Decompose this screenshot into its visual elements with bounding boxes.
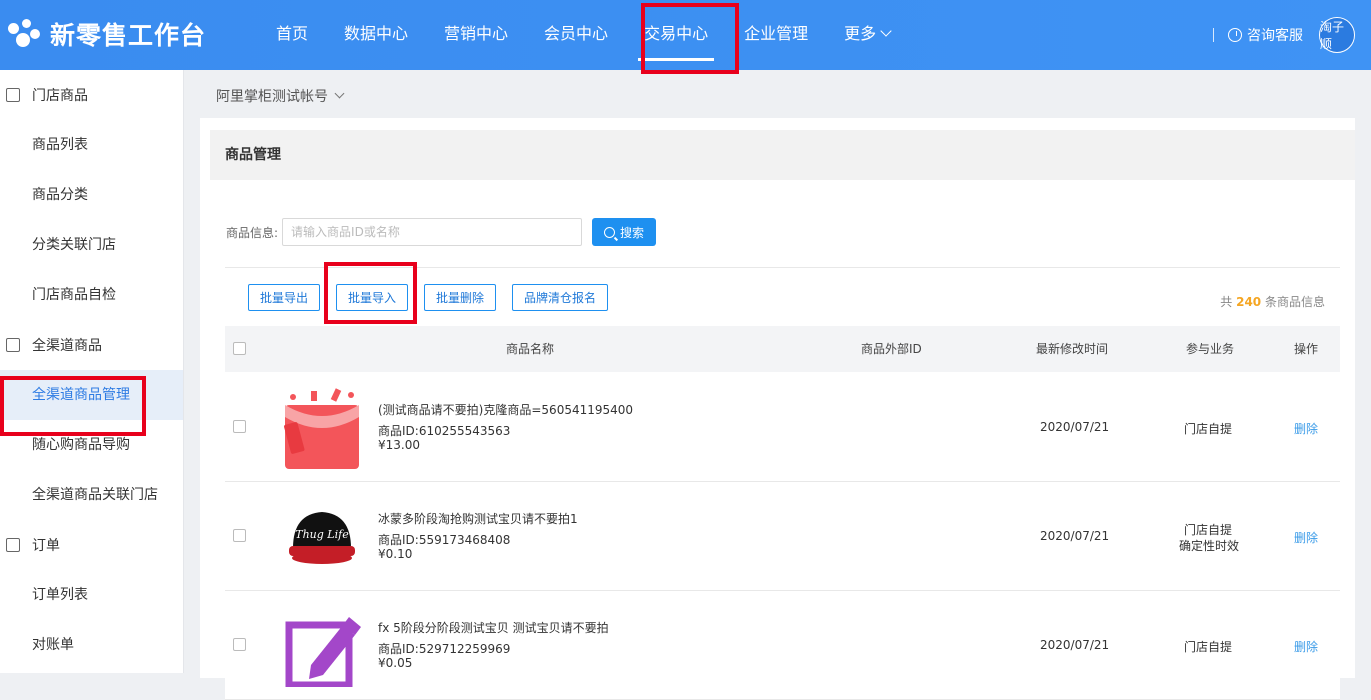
search-label: 商品信息: bbox=[226, 225, 279, 240]
sidebar-group-store-goods: 门店商品 bbox=[0, 70, 183, 120]
product-image-pencil bbox=[285, 617, 361, 687]
col-business: 参与业务 bbox=[1186, 342, 1235, 356]
batch-export-button[interactable]: 批量导出 bbox=[248, 284, 321, 311]
search-input[interactable] bbox=[282, 218, 583, 246]
delete-link[interactable]: 删除 bbox=[1294, 420, 1318, 437]
divider bbox=[1213, 28, 1214, 42]
sidebar-item-order-list[interactable]: 订单列表 bbox=[0, 570, 183, 620]
nav-trade-center[interactable]: 交易中心 bbox=[628, 0, 724, 70]
sidebar-item-self-check[interactable]: 门店商品自检 bbox=[0, 270, 183, 320]
row-checkbox[interactable] bbox=[233, 420, 246, 433]
sidebar-item-category-store[interactable]: 分类关联门店 bbox=[0, 220, 183, 270]
user-avatar[interactable]: 淘子顺 bbox=[1319, 17, 1355, 53]
total-suffix: 条商品信息 bbox=[1264, 295, 1325, 309]
chevron-down-icon bbox=[880, 25, 892, 37]
goods-management-panel: 商品管理 商品信息: 搜索 批量导出 批量导入 批量删除 品牌清仓报名 共 24… bbox=[200, 118, 1355, 700]
delete-link[interactable]: 删除 bbox=[1294, 529, 1318, 546]
select-all-checkbox[interactable] bbox=[233, 342, 246, 355]
consult-label: 咨询客服 bbox=[1247, 28, 1303, 44]
store-icon bbox=[6, 88, 20, 102]
table-row: (测试商品请不要拍)克隆商品=560541195400 商品ID:6102555… bbox=[225, 373, 1340, 482]
brand-clearance-button[interactable]: 品牌清仓报名 bbox=[512, 284, 609, 311]
batch-import-button[interactable]: 批量导入 bbox=[336, 284, 409, 311]
product-price: ¥0.05 bbox=[378, 656, 413, 670]
product-id: 商品ID:529712259969 bbox=[378, 642, 511, 656]
nav-more[interactable]: 更多 bbox=[828, 0, 906, 70]
search-button-label: 搜索 bbox=[620, 225, 645, 240]
row-checkbox[interactable] bbox=[233, 529, 246, 542]
product-id: 商品ID:610255543563 bbox=[378, 424, 511, 438]
logo-icon bbox=[8, 19, 42, 49]
business-type: 门店自提 bbox=[1184, 422, 1233, 436]
product-image-cap: Thug Life bbox=[289, 512, 355, 564]
nav-member-center[interactable]: 会员中心 bbox=[528, 0, 624, 70]
divider bbox=[225, 267, 1340, 268]
total-count: 240 bbox=[1236, 295, 1262, 309]
business-type: 门店自提 bbox=[1184, 523, 1233, 537]
nav-more-label: 更多 bbox=[844, 24, 877, 43]
main-nav: 首页 数据中心 营销中心 会员中心 交易中心 企业管理 更多 bbox=[260, 0, 910, 70]
table-header: 商品名称 商品外部ID 最新修改时间 参与业务 操作 bbox=[225, 326, 1340, 372]
batch-delete-button[interactable]: 批量删除 bbox=[424, 284, 497, 311]
business-type: 门店自提 bbox=[1184, 640, 1233, 654]
sidebar-item-goods-list[interactable]: 商品列表 bbox=[0, 120, 183, 170]
order-icon bbox=[6, 538, 20, 552]
nav-home[interactable]: 首页 bbox=[260, 0, 324, 70]
modified-time: 2020/07/21 bbox=[1040, 529, 1110, 543]
total-count-text: 共 240 条商品信息 bbox=[1220, 293, 1325, 310]
action-toolbar: 批量导出 批量导入 批量删除 品牌清仓报名 bbox=[248, 284, 624, 311]
nav-data-center[interactable]: 数据中心 bbox=[328, 0, 424, 70]
top-right-tools: 咨询客服 淘子顺 bbox=[1213, 0, 1355, 70]
cap-logo-text: Thug Life bbox=[295, 528, 349, 541]
modified-time: 2020/07/21 bbox=[1040, 638, 1110, 652]
col-operation: 操作 bbox=[1294, 342, 1319, 356]
search-row: 商品信息: 搜索 bbox=[226, 218, 657, 246]
consult-service-link[interactable]: 咨询客服 bbox=[1228, 25, 1303, 45]
sidebar-item-guide[interactable]: 随心购商品导购 bbox=[0, 420, 183, 470]
table-row: Thug Life 冰蒙多阶段淘抢购测试宝贝请不要拍1 商品ID:5591734… bbox=[225, 482, 1340, 591]
search-button[interactable]: 搜索 bbox=[592, 218, 657, 246]
product-id: 商品ID:559173468408 bbox=[378, 533, 511, 547]
col-goods-name: 商品名称 bbox=[506, 342, 555, 356]
sidebar-group-orders: 订单 bbox=[0, 520, 183, 570]
sidebar-group-omni-goods: 全渠道商品 bbox=[0, 320, 183, 370]
nav-marketing-center[interactable]: 营销中心 bbox=[428, 0, 524, 70]
product-price: ¥0.10 bbox=[378, 547, 413, 561]
account-name: 阿里掌柜测试帐号 bbox=[216, 89, 328, 105]
search-icon bbox=[604, 226, 616, 238]
sidebar-item-goods-category[interactable]: 商品分类 bbox=[0, 170, 183, 220]
col-modified-time: 最新修改时间 bbox=[1036, 342, 1109, 356]
business-type-2: 确定性时效 bbox=[1179, 539, 1240, 553]
modified-time: 2020/07/21 bbox=[1040, 420, 1110, 434]
sidebar-item-omni-goods-manage[interactable]: 全渠道商品管理 bbox=[0, 370, 183, 420]
sidebar-group-label: 门店商品 bbox=[32, 88, 88, 104]
table-row: fx 5阶段分阶段测试宝贝 测试宝贝请不要拍 商品ID:529712259969… bbox=[225, 591, 1340, 700]
sidebar-item-statement[interactable]: 对账单 bbox=[0, 620, 183, 670]
delete-link[interactable]: 删除 bbox=[1294, 638, 1318, 655]
col-external-id: 商品外部ID bbox=[861, 342, 922, 356]
top-navbar: 新零售工作台 首页 数据中心 营销中心 会员中心 交易中心 企业管理 更多 咨询… bbox=[0, 0, 1371, 70]
product-image-red-bag bbox=[284, 388, 359, 469]
panel-title: 商品管理 bbox=[210, 130, 1355, 180]
brand-logo[interactable]: 新零售工作台 bbox=[8, 16, 206, 52]
product-name: (测试商品请不要拍)克隆商品=560541195400 bbox=[378, 403, 634, 417]
product-name: 冰蒙多阶段淘抢购测试宝贝请不要拍1 bbox=[378, 512, 578, 526]
sidebar-group-label: 全渠道商品 bbox=[32, 338, 102, 354]
chevron-down-icon bbox=[334, 88, 345, 98]
product-price: ¥13.00 bbox=[378, 438, 420, 452]
row-checkbox[interactable] bbox=[233, 638, 246, 651]
sidebar-item-omni-store[interactable]: 全渠道商品关联门店 bbox=[0, 470, 183, 520]
product-name: fx 5阶段分阶段测试宝贝 测试宝贝请不要拍 bbox=[378, 621, 609, 635]
total-prefix: 共 bbox=[1220, 295, 1233, 309]
omni-channel-icon bbox=[6, 338, 20, 352]
sidebar: 门店商品 商品列表 商品分类 分类关联门店 门店商品自检 全渠道商品 全渠道商品… bbox=[0, 70, 184, 673]
brand-name: 新零售工作台 bbox=[50, 21, 207, 50]
headset-icon bbox=[1228, 28, 1242, 42]
nav-enterprise[interactable]: 企业管理 bbox=[728, 0, 824, 70]
account-selector[interactable]: 阿里掌柜测试帐号 bbox=[216, 86, 345, 106]
sidebar-group-label: 订单 bbox=[32, 538, 60, 554]
